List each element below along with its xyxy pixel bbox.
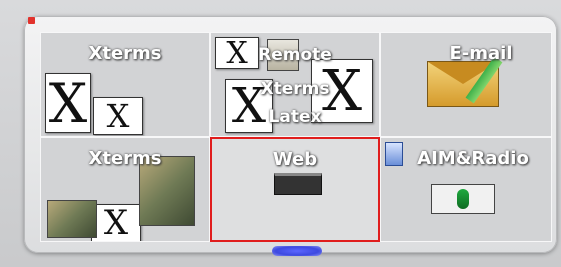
browser-window-thumbnail [274,173,322,195]
desktop-label: Web [272,149,318,170]
desktop-email[interactable]: E-mail [380,32,552,137]
desktop-grid: Xterms X X X X X Remote Xterms Latex E-m… [40,32,552,242]
desktop-aim-radio[interactable]: AIM&Radio [380,137,552,242]
desktop-label: Xterms [88,148,162,169]
desktop-sublabel: Latex [268,107,322,127]
desktop-label: AIM&Radio [417,148,529,169]
desktop-xterms[interactable]: Xterms X X [40,32,210,137]
desktop-label: Remote [258,45,332,65]
desktop-pager-stage: Xterms X X X X X Remote Xterms Latex E-m… [0,0,561,267]
desktop-label: Xterms [88,43,162,64]
close-dot-icon[interactable] [28,17,35,24]
xterm-window-icon: X [45,72,91,135]
desktop-xterms-2[interactable]: X Xterms [40,137,210,242]
desktop-web[interactable]: Web [210,137,380,242]
desktop-label: E-mail [449,43,513,64]
pager-scroll-indicator[interactable] [272,246,322,256]
desktop-sublabel: Xterms [260,79,330,99]
radio-window-icon [431,184,495,214]
xterm-window-icon: X [93,97,143,135]
desktop-remote[interactable]: X X X Remote Xterms Latex [210,32,380,137]
xterm-window-icon: X [91,203,141,241]
image-window-thumbnail [47,200,97,238]
